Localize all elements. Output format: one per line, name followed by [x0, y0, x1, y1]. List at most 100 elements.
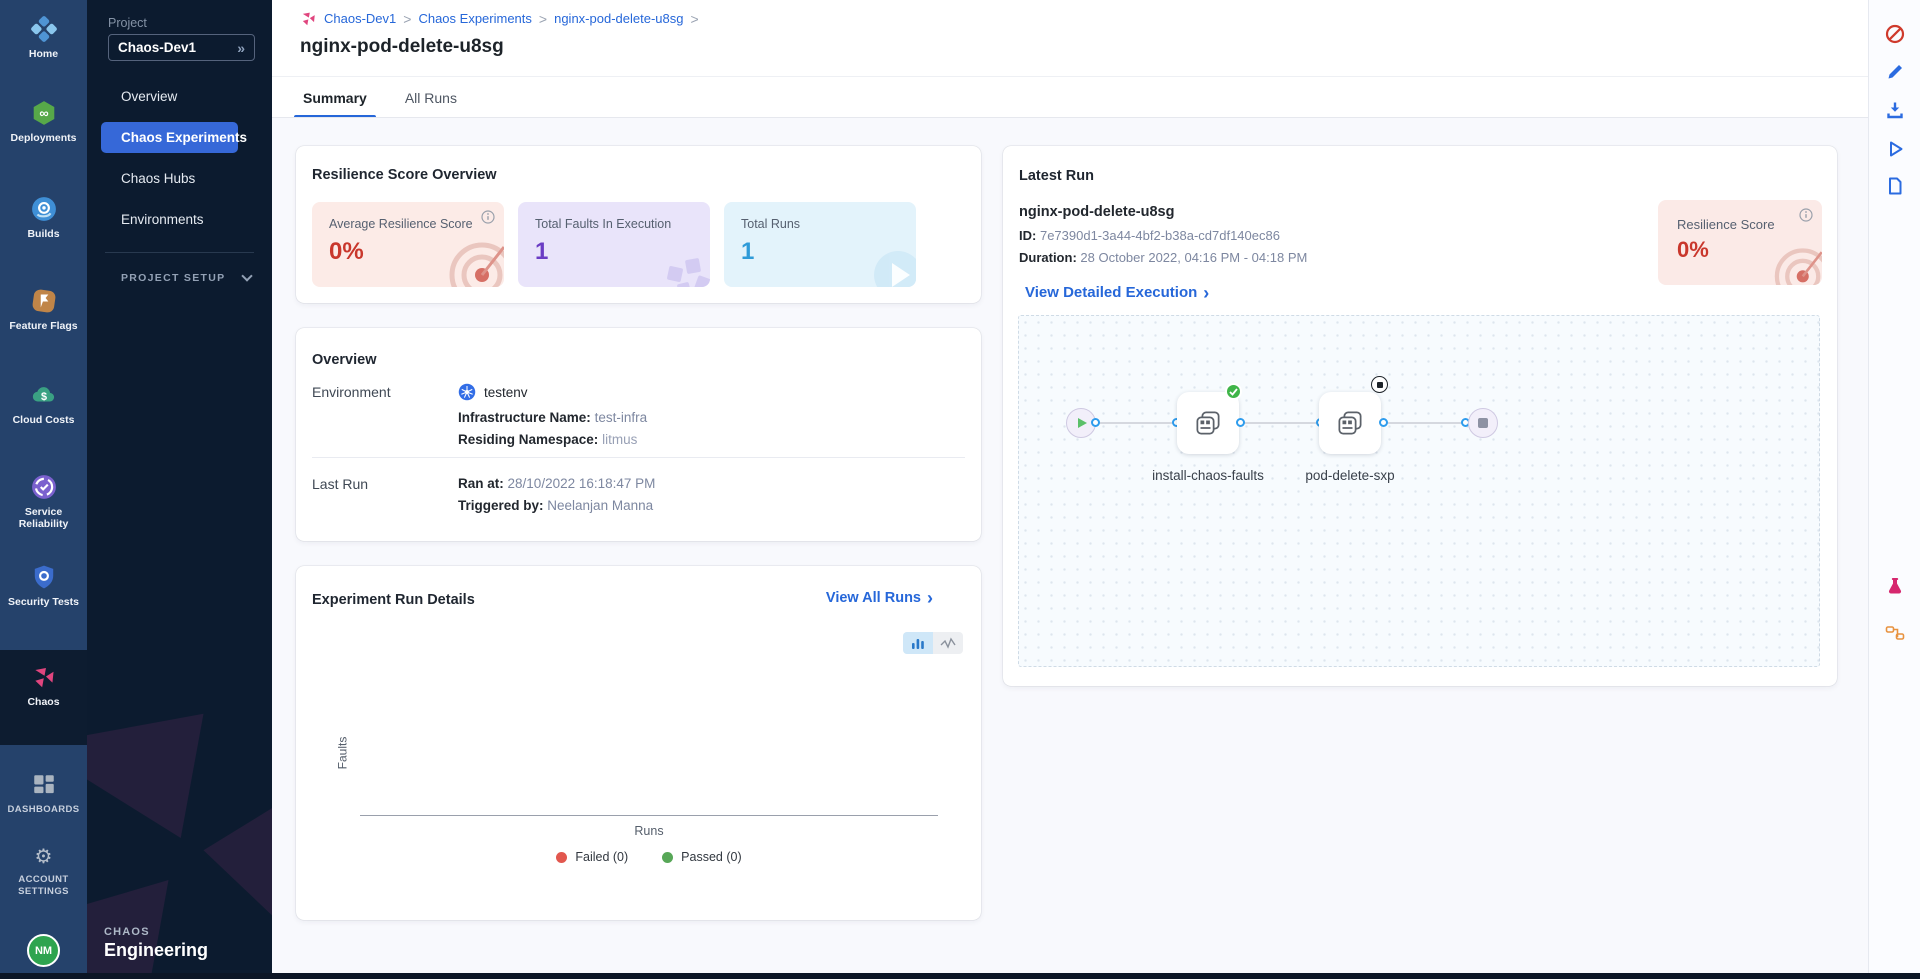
project-label: Project — [108, 16, 147, 30]
download-icon[interactable] — [1885, 100, 1905, 120]
home-icon — [31, 16, 57, 42]
tab-summary[interactable]: Summary — [300, 77, 370, 118]
module-label: Cloud Costs — [13, 414, 75, 426]
failed-dot-icon — [556, 852, 567, 863]
legend-item-failed[interactable]: Failed (0) — [556, 850, 628, 864]
sidebar-item-feature-flags[interactable]: Feature Flags — [0, 288, 87, 332]
stat-label: Total Runs — [741, 217, 800, 231]
pipeline-port — [1236, 418, 1245, 427]
project-sidebar: Project Chaos-Dev1 » Overview Chaos Expe… — [87, 0, 272, 979]
sidebar-item-overview[interactable]: Overview — [87, 81, 272, 112]
pipeline-node-pod-delete[interactable] — [1319, 392, 1381, 454]
ran-at-row: Ran at: 28/10/2022 16:18:47 PM — [458, 476, 655, 491]
nav-item-label: Overview — [121, 89, 177, 104]
deployments-icon: ∞ — [31, 100, 57, 126]
project-setup-label: PROJECT SETUP — [121, 272, 225, 284]
sidebar-item-environments[interactable]: Environments — [87, 204, 272, 235]
environment-label: Environment — [312, 384, 391, 400]
cubes-illustration — [638, 233, 710, 287]
module-label: Chaos — [27, 696, 59, 708]
bar-chart-icon — [911, 637, 925, 649]
pipeline-connector — [1383, 422, 1468, 424]
legend-item-passed[interactable]: Passed (0) — [662, 850, 741, 864]
chart-type-toggle — [903, 632, 963, 654]
sidebar-item-security-tests[interactable]: Security Tests — [0, 564, 87, 608]
breadcrumb-separator: > — [690, 11, 698, 27]
pipeline-port — [1379, 418, 1388, 427]
last-run-label: Last Run — [312, 476, 368, 492]
run-id-value: 7e7390d1-3a44-4bf2-b38a-cd7df140ec86 — [1040, 228, 1280, 243]
sidebar-item-chaos-hubs[interactable]: Chaos Hubs — [87, 163, 272, 194]
sidebar-item-builds[interactable]: Builds — [0, 196, 87, 240]
bar-chart-toggle-button[interactable] — [903, 632, 933, 654]
triggered-by-label: Triggered by: — [458, 498, 544, 513]
pipeline-port — [1091, 418, 1100, 427]
edit-icon[interactable] — [1885, 62, 1905, 82]
brand-name: Engineering — [104, 940, 208, 961]
status-stopped-badge — [1371, 376, 1388, 393]
flask-icon[interactable] — [1885, 576, 1905, 596]
breadcrumb-separator: > — [539, 11, 547, 27]
project-selector[interactable]: Chaos-Dev1 » — [108, 34, 255, 61]
ran-at-value: 28/10/2022 16:18:47 PM — [508, 476, 656, 491]
sidebar-item-deployments[interactable]: ∞ Deployments — [0, 100, 87, 144]
builds-icon — [31, 196, 57, 222]
run-duration-value: 28 October 2022, 04:16 PM - 04:18 PM — [1080, 250, 1307, 265]
ban-icon[interactable] — [1885, 24, 1905, 44]
step-group-icon — [1335, 408, 1365, 438]
run-icon[interactable] — [1885, 139, 1905, 159]
pipeline-node-install-chaos-faults[interactable] — [1177, 392, 1239, 454]
content-area: Resilience Score Overview Average Resili… — [272, 118, 1868, 973]
view-all-runs-link[interactable]: View All Runs › — [826, 590, 933, 606]
run-duration-row: Duration: 28 October 2022, 04:16 PM - 04… — [1019, 250, 1307, 265]
sidebar-item-account-settings[interactable]: ⚙ ACCOUNT SETTINGS — [0, 846, 87, 898]
step-group-icon — [1193, 408, 1223, 438]
line-chart-toggle-button[interactable] — [933, 632, 963, 654]
sidebar-item-chaos-experiments[interactable]: Chaos Experiments — [87, 122, 272, 153]
sidebar-item-cloud-costs[interactable]: $ Cloud Costs — [0, 382, 87, 426]
latest-run-card: Latest Run nginx-pod-delete-u8sg ID: 7e7… — [1003, 146, 1837, 686]
infrastructure-label: Infrastructure Name: — [458, 410, 591, 425]
run-duration-label: Duration: — [1019, 250, 1077, 265]
chart-x-axis-label: Runs — [360, 824, 938, 838]
user-avatar[interactable]: NM — [27, 934, 60, 967]
sidebar-item-home[interactable]: Home — [0, 16, 87, 60]
execution-graph-canvas[interactable]: install-chaos-faults pod-delete-sxp — [1018, 315, 1820, 667]
section-title: Resilience Score Overview — [312, 167, 497, 183]
breadcrumb-link-experiments[interactable]: Chaos Experiments — [418, 11, 531, 26]
view-detailed-execution-link[interactable]: View Detailed Execution › — [1025, 284, 1209, 301]
chevron-right-icon: › — [927, 591, 933, 605]
stat-label: Total Faults In Execution — [535, 217, 671, 231]
ran-at-label: Ran at: — [458, 476, 504, 491]
tab-all-runs[interactable]: All Runs — [402, 77, 460, 118]
document-icon[interactable] — [1885, 176, 1905, 196]
main-area: Chaos-Dev1 > Chaos Experiments > nginx-p… — [272, 0, 1920, 979]
passed-dot-icon — [662, 852, 673, 863]
brand-module: CHAOS — [104, 926, 208, 938]
dashboards-icon — [31, 772, 57, 798]
row-divider — [312, 457, 965, 458]
page-toolbar — [1868, 0, 1920, 973]
info-icon[interactable] — [481, 210, 495, 224]
run-id-row: ID: 7e7390d1-3a44-4bf2-b38a-cd7df140ec86 — [1019, 228, 1280, 243]
collapse-sidebar-icon[interactable]: » — [237, 40, 245, 56]
latest-run-name: nginx-pod-delete-u8sg — [1019, 204, 1174, 220]
legend-label: Passed (0) — [681, 850, 741, 864]
sidebar-item-chaos[interactable]: Chaos — [0, 664, 87, 708]
sidebar-item-service-reliability[interactable]: Service Reliability — [0, 474, 87, 530]
pipeline-icon[interactable] — [1885, 623, 1905, 643]
pipeline-end-node[interactable] — [1468, 408, 1498, 438]
project-setup-toggle[interactable]: PROJECT SETUP — [121, 272, 251, 284]
line-chart-icon — [940, 637, 956, 649]
breadcrumb-link-project[interactable]: Chaos-Dev1 — [324, 11, 396, 26]
sidebar-divider — [105, 252, 254, 253]
sidebar-item-dashboards[interactable]: DASHBOARDS — [0, 772, 87, 816]
namespace-value: litmus — [602, 432, 637, 447]
stat-value: 1 — [741, 238, 754, 266]
section-title: Latest Run — [1019, 168, 1094, 184]
project-name: Chaos-Dev1 — [118, 40, 196, 55]
brand-block: CHAOS Engineering — [104, 926, 208, 961]
breadcrumb-link-experiment[interactable]: nginx-pod-delete-u8sg — [554, 11, 683, 26]
service-reliability-icon — [31, 474, 57, 500]
info-icon[interactable] — [1799, 208, 1813, 222]
